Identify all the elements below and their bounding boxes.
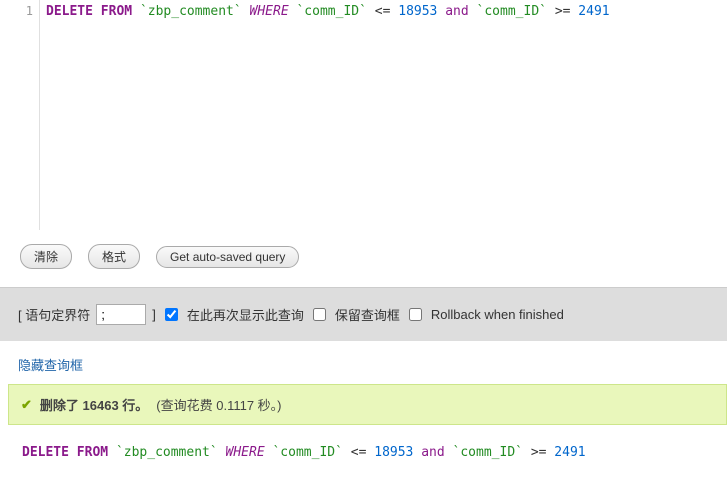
sql-keyword-where: WHERE	[250, 4, 289, 19]
redisplay-label: 在此再次显示此查询	[187, 305, 304, 324]
code-area[interactable]: DELETE FROM `zbp_comment` WHERE `comm_ID…	[40, 0, 727, 230]
sql-editor[interactable]: 1 DELETE FROM `zbp_comment` WHERE `comm_…	[0, 0, 727, 230]
format-button[interactable]: 格式	[88, 244, 140, 269]
result-success: ✔ 删除了 16463 行。 (查询花费 0.1117 秒。)	[8, 384, 727, 425]
clear-button[interactable]: 清除	[20, 244, 72, 269]
echoed-query: DELETE FROM `zbp_comment` WHERE `comm_ID…	[0, 439, 727, 466]
check-icon: ✔	[21, 397, 32, 413]
eq-gte: >=	[531, 445, 547, 460]
eq-col2: `comm_ID`	[453, 445, 523, 460]
options-bar: [ 语句定界符 ] 在此再次显示此查询 保留查询框 Rollback when …	[0, 288, 727, 341]
sql-op-lte: <=	[375, 4, 391, 19]
eq-where: WHERE	[226, 445, 265, 460]
sql-col-2: `comm_ID`	[477, 4, 547, 19]
sql-col-1: `comm_ID`	[296, 4, 366, 19]
sql-keyword-from: FROM	[101, 4, 132, 19]
rollback-label: Rollback when finished	[431, 307, 564, 322]
redisplay-checkbox[interactable]	[165, 308, 178, 321]
eq-v2: 2491	[554, 445, 585, 460]
eq-table: `zbp_comment`	[116, 445, 218, 460]
delimiter-input[interactable]	[96, 304, 146, 325]
deleted-rows-text: 删除了 16463 行。	[40, 395, 148, 414]
autosaved-button[interactable]: Get auto-saved query	[156, 246, 299, 268]
timing-text: (查询花费 0.1117 秒。)	[156, 395, 281, 414]
sql-keyword-delete: DELETE	[46, 4, 93, 19]
delimiter-label-close: ]	[152, 307, 156, 322]
hide-query-link[interactable]: 隐藏查询框	[18, 358, 83, 373]
delimiter-label-open: [ 语句定界符	[18, 305, 90, 324]
retain-checkbox[interactable]	[313, 308, 326, 321]
eq-v1: 18953	[374, 445, 413, 460]
eq-lte: <=	[351, 445, 367, 460]
toolbar: 清除 格式 Get auto-saved query	[0, 230, 727, 283]
line-number: 1	[26, 4, 33, 18]
eq-from: FROM	[77, 445, 108, 460]
line-gutter: 1	[0, 0, 40, 230]
eq-and: and	[421, 445, 444, 460]
sql-keyword-and: and	[445, 4, 468, 19]
retain-label: 保留查询框	[335, 305, 400, 324]
rollback-checkbox[interactable]	[409, 308, 422, 321]
sql-op-gte: >=	[555, 4, 571, 19]
link-row: 隐藏查询框	[0, 341, 727, 384]
sql-table: `zbp_comment`	[140, 4, 242, 19]
sql-val1: 18953	[398, 4, 437, 19]
eq-delete: DELETE	[22, 445, 69, 460]
sql-val2: 2491	[578, 4, 609, 19]
eq-col1: `comm_ID`	[272, 445, 342, 460]
